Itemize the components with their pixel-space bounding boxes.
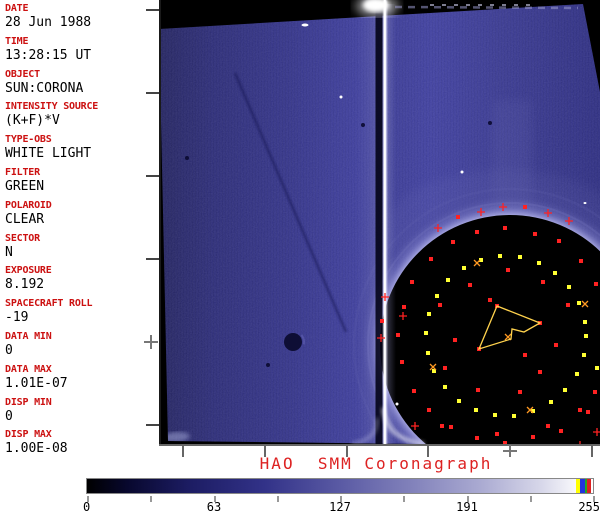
white-star xyxy=(339,95,343,99)
star-marker-yellow xyxy=(549,400,553,404)
star-marker-red xyxy=(506,268,510,272)
star-marker-red xyxy=(531,435,535,439)
star-marker-yellow xyxy=(583,320,587,324)
star-marker-red xyxy=(566,303,570,307)
star-marker-red xyxy=(396,333,400,337)
star-marker-red xyxy=(495,432,499,436)
axis-tick-left xyxy=(146,258,159,260)
star-marker-yellow xyxy=(567,285,571,289)
white-star xyxy=(395,402,399,406)
star-marker-yellow xyxy=(457,399,461,403)
star-marker-red xyxy=(541,280,545,284)
star-marker-yellow xyxy=(426,351,430,355)
star-marker-red xyxy=(380,319,384,323)
star-marker-red xyxy=(586,410,590,414)
white-star xyxy=(583,202,587,204)
star-marker-yellow xyxy=(493,413,497,417)
colorbar-tick xyxy=(529,496,532,502)
dark-speck xyxy=(488,121,492,125)
colorbar xyxy=(86,478,594,494)
star-marker-yellow xyxy=(595,366,599,370)
star-marker-yellow xyxy=(462,266,466,270)
star-marker-red xyxy=(456,215,460,219)
star-marker-red xyxy=(438,303,442,307)
colorbar-label: 255 xyxy=(578,500,600,512)
star-marker-red xyxy=(453,338,457,342)
star-marker-yellow xyxy=(512,414,516,418)
page-title: HAO SMM Coronagraph xyxy=(259,454,493,473)
star-marker-yellow xyxy=(584,334,588,338)
star-marker-yellow xyxy=(427,312,431,316)
dark-speck xyxy=(266,363,270,367)
star-marker-red xyxy=(523,205,527,209)
white-star xyxy=(301,23,309,27)
star-marker-yellow xyxy=(537,261,541,265)
star-marker-red xyxy=(402,305,406,309)
star-marker-yellow xyxy=(474,408,478,412)
star-marker-yellow xyxy=(446,278,450,282)
star-marker-red xyxy=(400,360,404,364)
colorbar-tick xyxy=(276,496,279,502)
star-marker-red xyxy=(593,390,597,394)
star-marker-yellow xyxy=(424,331,428,335)
star-marker-red xyxy=(488,298,492,302)
axis-cross-left xyxy=(150,335,152,349)
colorbar-label: 63 xyxy=(206,500,222,512)
star-marker-red xyxy=(412,389,416,393)
colorbar-label: 191 xyxy=(456,500,478,512)
star-marker-red xyxy=(523,353,527,357)
axis-tick-left xyxy=(146,92,159,94)
star-marker-red xyxy=(475,436,479,440)
star-marker-yellow xyxy=(563,388,567,392)
star-marker-red xyxy=(538,370,542,374)
colorbar-tick xyxy=(403,496,406,502)
colorbar-tick xyxy=(150,496,153,502)
star-marker-red xyxy=(429,257,433,261)
colorbar-label: 127 xyxy=(329,500,351,512)
star-marker-red xyxy=(578,408,582,412)
star-marker-yellow xyxy=(575,372,579,376)
star-marker-red xyxy=(579,259,583,263)
star-marker-yellow xyxy=(435,294,439,298)
star-marker-red xyxy=(546,424,550,428)
star-marker-red xyxy=(440,424,444,428)
star-marker-yellow xyxy=(553,271,557,275)
axis-tick-left xyxy=(146,9,159,11)
star-marker-red xyxy=(476,388,480,392)
colorbar-gradient xyxy=(87,479,593,493)
star-marker-red xyxy=(554,343,558,347)
pylon-shadow xyxy=(375,4,383,446)
star-marker-red xyxy=(559,429,563,433)
star-marker-yellow xyxy=(443,385,447,389)
colorbar-stripe xyxy=(587,479,591,493)
star-marker-red xyxy=(410,280,414,284)
coronagraph-image[interactable] xyxy=(0,0,600,446)
star-marker-red xyxy=(427,408,431,412)
star-marker-yellow xyxy=(577,301,581,305)
star-marker-red xyxy=(557,239,561,243)
colorbar-label: 0 xyxy=(83,500,91,512)
star-marker-red xyxy=(533,232,537,236)
dark-speck xyxy=(361,123,365,127)
star-marker-red xyxy=(503,226,507,230)
star-marker-yellow xyxy=(518,255,522,259)
star-marker-red xyxy=(443,366,447,370)
star-marker-red xyxy=(451,240,455,244)
star-marker-red xyxy=(468,283,472,287)
star-marker-red xyxy=(594,282,598,286)
white-star xyxy=(460,170,464,174)
smm-viewer-window: DATE 28 Jun 1988 TIME 13:28:15 UT OBJECT SUN:… xyxy=(0,0,600,512)
axis-tick-left xyxy=(146,424,159,426)
star-marker-red xyxy=(475,230,479,234)
axis-tick-left xyxy=(146,175,159,177)
star-marker-yellow xyxy=(582,353,586,357)
coronagraph-canvas[interactable] xyxy=(0,0,600,446)
dark-speck xyxy=(185,156,189,160)
star-marker-red xyxy=(449,425,453,429)
star-marker-red xyxy=(518,390,522,394)
star-marker-yellow xyxy=(498,254,502,258)
